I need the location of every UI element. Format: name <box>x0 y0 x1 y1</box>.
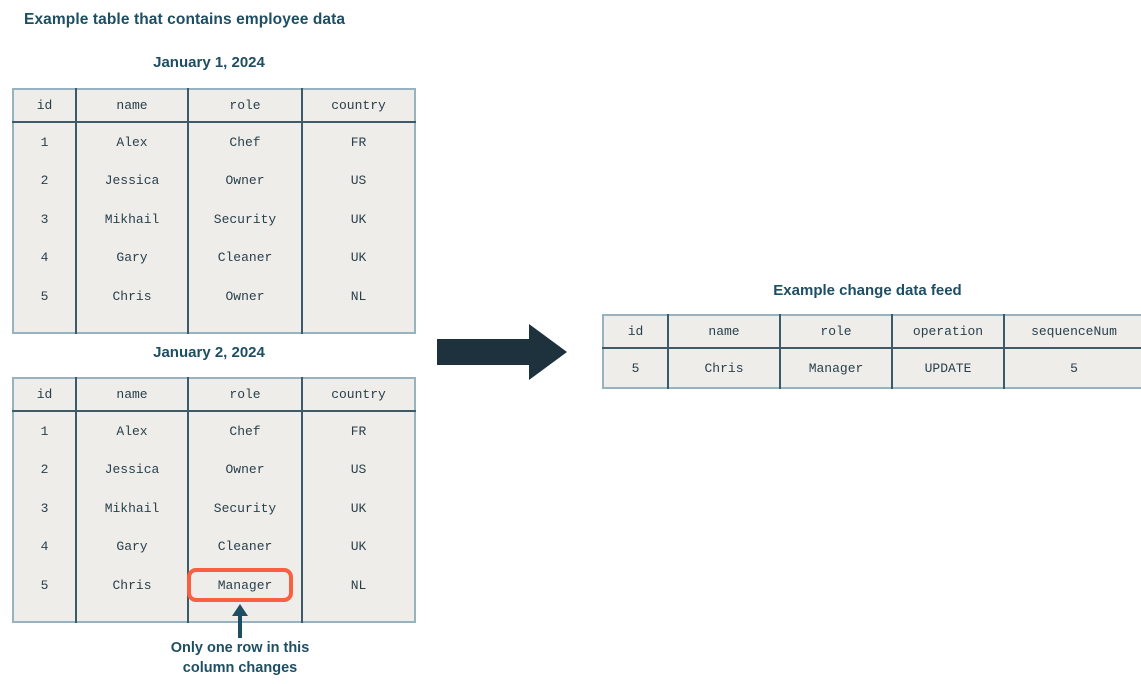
cell-country: NL <box>301 277 415 316</box>
table-row: 3 Mikhail Security UK <box>13 489 415 528</box>
column-header-id: id <box>13 89 76 122</box>
column-header-sequencenum: sequenceNum <box>1003 315 1141 348</box>
table-row: 4 Gary Cleaner UK <box>13 238 415 277</box>
cell-id: 4 <box>13 527 76 566</box>
cell-role: Security <box>187 200 302 239</box>
cell-country: FR <box>301 411 415 451</box>
pad-cell <box>301 315 415 333</box>
cell-country: FR <box>301 122 415 162</box>
cell-country: NL <box>301 566 415 605</box>
table-title-jan1: January 1, 2024 <box>153 54 265 71</box>
employee-table-jan1: id name role country 1 Alex Chef FR 2 Je… <box>12 88 416 334</box>
cell-country: UK <box>301 527 415 566</box>
table-header-row: id name role country <box>13 378 415 411</box>
callout-annotation: Only one row in this column changes <box>130 638 350 678</box>
cell-id: 3 <box>13 200 76 239</box>
cell-role: Security <box>187 489 302 528</box>
cell-name: Jessica <box>75 450 188 489</box>
column-header-role: role <box>779 315 892 348</box>
cell-role-highlighted: Manager <box>187 566 302 605</box>
table-row: 1 Alex Chef FR <box>13 411 415 451</box>
cell-id: 2 <box>13 161 76 200</box>
cell-name: Mikhail <box>75 200 188 239</box>
column-header-name: name <box>75 378 188 411</box>
table-row: 4 Gary Cleaner UK <box>13 527 415 566</box>
cell-role: Owner <box>187 450 302 489</box>
cell-country: UK <box>301 200 415 239</box>
cell-sequencenum: 5 <box>1003 348 1141 388</box>
table-row: 3 Mikhail Security UK <box>13 200 415 239</box>
cell-role: Owner <box>187 277 302 316</box>
column-header-operation: operation <box>891 315 1004 348</box>
pad-cell <box>187 315 302 333</box>
cell-name: Mikhail <box>75 489 188 528</box>
pad-cell <box>75 604 188 622</box>
cell-name: Alex <box>75 411 188 451</box>
cell-id: 3 <box>13 489 76 528</box>
change-data-feed-table: id name role operation sequenceNum 5 Chr… <box>602 314 1141 389</box>
cell-role: Cleaner <box>187 527 302 566</box>
column-header-role: role <box>187 89 302 122</box>
cell-country: UK <box>301 238 415 277</box>
cell-country: US <box>301 161 415 200</box>
table-row: 5 Chris Manager NL <box>13 566 415 605</box>
cell-id: 4 <box>13 238 76 277</box>
cell-id: 2 <box>13 450 76 489</box>
table-row: 5 Chris Owner NL <box>13 277 415 316</box>
column-header-id: id <box>603 315 668 348</box>
cell-operation: UPDATE <box>891 348 1004 388</box>
cell-role: Owner <box>187 161 302 200</box>
cell-id: 5 <box>13 277 76 316</box>
cell-id: 1 <box>13 411 76 451</box>
table-row: 1 Alex Chef FR <box>13 122 415 162</box>
pad-cell <box>301 604 415 622</box>
cell-name: Jessica <box>75 161 188 200</box>
table-title-change-feed: Example change data feed <box>773 282 962 299</box>
cell-name: Gary <box>75 238 188 277</box>
cell-name: Alex <box>75 122 188 162</box>
cell-name: Chris <box>667 348 780 388</box>
pad-cell <box>13 604 76 622</box>
table-bottom-padding-row <box>13 604 415 622</box>
cell-role: Chef <box>187 122 302 162</box>
cell-id: 5 <box>603 348 668 388</box>
column-header-name: name <box>667 315 780 348</box>
table-bottom-padding-row <box>13 315 415 333</box>
table-title-jan2: January 2, 2024 <box>153 344 265 361</box>
callout-line-1: Only one row in this <box>170 640 310 656</box>
cell-name: Gary <box>75 527 188 566</box>
pad-cell <box>13 315 76 333</box>
cell-role: Manager <box>779 348 892 388</box>
cell-country: US <box>301 450 415 489</box>
cell-name: Chris <box>75 277 188 316</box>
pad-cell <box>75 315 188 333</box>
employee-table-jan2: id name role country 1 Alex Chef FR 2 Je… <box>12 377 416 623</box>
page-title: Example table that contains employee dat… <box>24 11 346 28</box>
cell-country: UK <box>301 489 415 528</box>
cell-id: 5 <box>13 566 76 605</box>
cell-id: 1 <box>13 122 76 162</box>
column-header-country: country <box>301 378 415 411</box>
table-header-row: id name role country <box>13 89 415 122</box>
cell-role: Chef <box>187 411 302 451</box>
column-header-country: country <box>301 89 415 122</box>
up-arrow-icon <box>231 604 249 638</box>
table-row: 2 Jessica Owner US <box>13 161 415 200</box>
column-header-name: name <box>75 89 188 122</box>
right-arrow-icon <box>437 324 567 380</box>
cell-name: Chris <box>75 566 188 605</box>
table-header-row: id name role operation sequenceNum <box>603 315 1141 348</box>
table-row: 5 Chris Manager UPDATE 5 <box>603 348 1141 388</box>
cell-role: Cleaner <box>187 238 302 277</box>
callout-line-2: column changes <box>182 660 298 676</box>
column-header-role: role <box>187 378 302 411</box>
table-row: 2 Jessica Owner US <box>13 450 415 489</box>
column-header-id: id <box>13 378 76 411</box>
